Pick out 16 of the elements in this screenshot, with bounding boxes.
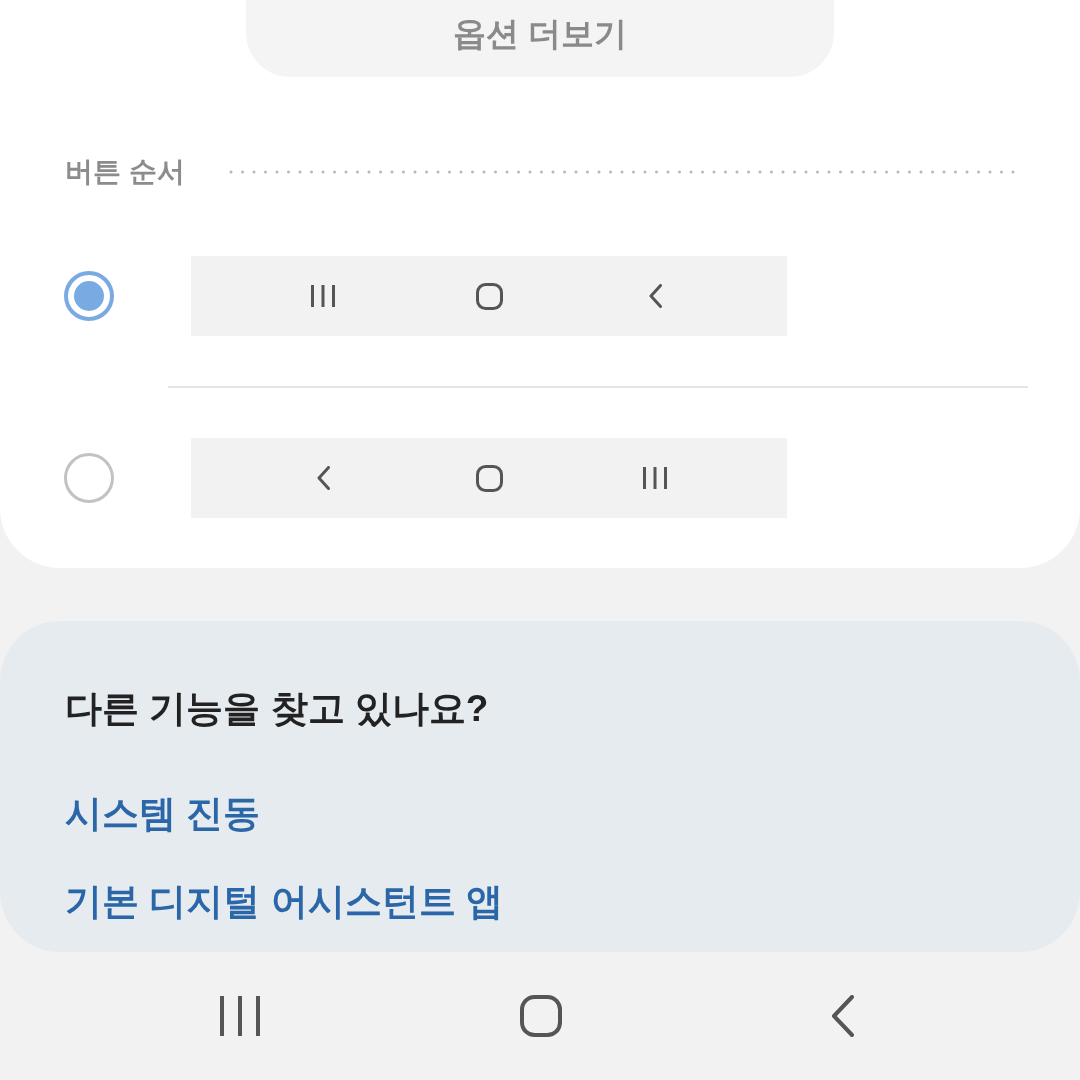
chevron-left-icon: [316, 466, 330, 490]
rounded-square-icon: [475, 464, 503, 492]
three-bars-icon: [643, 467, 667, 489]
radio-button[interactable]: [64, 271, 114, 321]
suggestion-link[interactable]: 시스템 진동: [65, 792, 261, 836]
three-bars-icon: [311, 285, 335, 307]
section-header: 버튼 순서: [65, 155, 185, 189]
suggestions-title: 다른 기능을 찾고 있나요?: [65, 687, 489, 731]
chevron-left-icon: [830, 995, 854, 1037]
more-options-button[interactable]: 옵션 더보기: [246, 0, 834, 77]
radio-button[interactable]: [64, 453, 114, 503]
three-bars-icon: [220, 996, 260, 1036]
chevron-left-icon: [648, 284, 662, 308]
rounded-square-icon: [520, 995, 562, 1037]
suggestion-link[interactable]: 기본 디지털 어시스턴트 앱: [65, 880, 503, 924]
rounded-square-icon: [475, 282, 503, 310]
